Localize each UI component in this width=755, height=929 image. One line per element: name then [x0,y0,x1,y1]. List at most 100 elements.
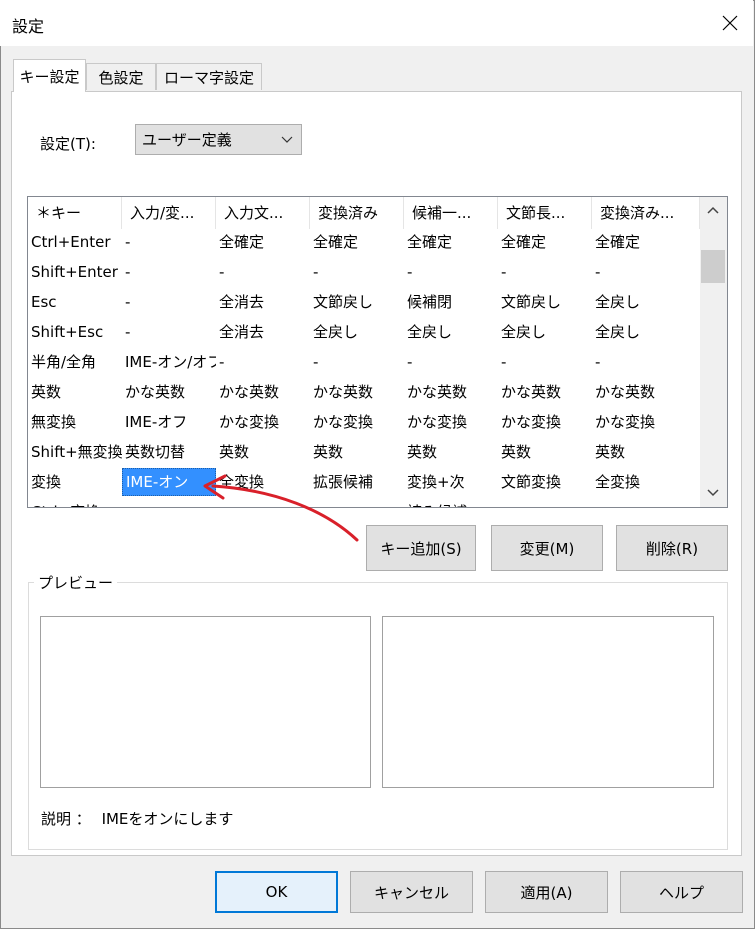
tab-key-settings[interactable]: キー設定 [13,59,86,92]
scroll-thumb[interactable] [701,250,725,283]
action-cell[interactable]: かな変換 [592,407,700,437]
tab-romaji-settings[interactable]: ローマ字設定 [156,63,262,90]
help-button[interactable]: ヘルプ [620,871,743,913]
key-cell[interactable]: Esc [28,287,122,317]
action-cell[interactable]: - [310,347,404,377]
action-cell[interactable]: - [592,257,700,287]
action-cell[interactable]: - [122,317,216,347]
action-cell[interactable]: かな英数 [592,377,700,407]
delete-button[interactable]: 削除(R) [616,525,728,571]
action-cell[interactable]: 全戻し [498,317,592,347]
table-row[interactable]: Shift+無変換 英数切替 英数 英数 英数 英数 英数 [28,437,700,467]
action-cell[interactable]: - [122,227,216,257]
action-cell[interactable]: 英数 [592,437,700,467]
action-cell[interactable]: - [404,257,498,287]
column-header[interactable]: 変換済み [310,197,404,229]
action-cell[interactable]: かな変換 [404,407,498,437]
key-cell[interactable]: 半角/全角 [28,347,122,377]
table-row[interactable]: Esc - 全消去 文節戻し 候補閉 文節戻し 全戻し [28,287,700,317]
action-cell[interactable]: - [592,497,700,507]
tab-label: 色設定 [98,68,144,87]
table-row[interactable]: 無変換 IME-オフ かな変換 かな変換 かな変換 かな変換 かな変換 [28,407,700,437]
action-cell[interactable]: - [592,347,700,377]
action-cell[interactable]: かな変換 [216,407,310,437]
action-cell[interactable]: 全確定 [404,227,498,257]
key-cell[interactable]: Ctrl+Enter [28,227,122,257]
apply-button[interactable]: 適用(A) [485,871,608,913]
action-cell[interactable]: 英数 [404,437,498,467]
add-key-button[interactable]: キー追加(S) [366,525,476,571]
chevron-up-icon[interactable] [707,205,719,217]
key-cell[interactable]: 英数 [28,377,122,407]
action-cell[interactable]: - [498,257,592,287]
action-cell[interactable]: 全確定 [310,227,404,257]
setting-select[interactable]: ユーザー定義 [135,124,302,155]
action-cell[interactable]: - [498,497,592,507]
key-cell[interactable]: Shift+Esc [28,317,122,347]
action-cell[interactable]: 文節戻し [310,287,404,317]
table-row[interactable]: 半角/全角 IME-オン/オフ - - - - - [28,347,700,377]
action-cell[interactable]: かな英数 [122,377,216,407]
key-cell[interactable]: Shift+無変換 [28,437,122,467]
action-cell[interactable]: 全確定 [216,227,310,257]
preview-label: プレビュー [34,572,118,593]
action-cell[interactable]: かな変換 [310,407,404,437]
action-cell[interactable]: IME-オフ [122,407,216,437]
key-cell[interactable]: 変換 [28,467,122,497]
table-row[interactable]: Shift+Enter - - - - - - [28,257,700,287]
action-cell[interactable]: 全戻し [404,317,498,347]
action-cell[interactable]: 英数 [310,437,404,467]
close-icon [722,15,738,31]
action-cell[interactable]: 文節変換 [498,467,592,497]
action-cell[interactable]: 英数 [216,437,310,467]
action-cell[interactable]: 全戻し [310,317,404,347]
key-cell[interactable]: 無変換 [28,407,122,437]
action-cell[interactable]: 候補閉 [404,287,498,317]
action-cell[interactable]: - [310,257,404,287]
vertical-scrollbar[interactable] [700,197,727,507]
action-cell[interactable]: IME-オン/オフ [122,347,216,377]
action-cell[interactable]: かな英数 [310,377,404,407]
action-cell[interactable]: - [122,257,216,287]
action-cell[interactable]: 読み候補 [404,497,498,507]
change-button[interactable]: 変更(M) [491,525,603,571]
action-cell[interactable]: 英数 [498,437,592,467]
action-cell[interactable]: - [216,347,310,377]
ok-button[interactable]: OK [215,871,338,913]
cancel-button[interactable]: キャンセル [350,871,473,913]
action-cell[interactable]: - [498,347,592,377]
action-cell[interactable]: - [404,347,498,377]
action-cell[interactable]: かな英数 [498,377,592,407]
action-cell[interactable]: 全戻し [592,317,700,347]
table-row[interactable]: Ctrl+Enter - 全確定 全確定 全確定 全確定 全確定 [28,227,700,257]
action-cell[interactable]: 英数切替 [122,437,216,467]
key-cell[interactable]: Shift+Enter [28,257,122,287]
table-row[interactable]: Shift+Esc - 全消去 全戻し 全戻し 全戻し 全戻し [28,317,700,347]
column-header[interactable]: 入力文... [216,197,310,229]
action-cell[interactable]: - [122,287,216,317]
action-cell[interactable]: 全確定 [592,227,700,257]
column-header[interactable]: 入力/変... [122,197,216,229]
action-cell[interactable]: かな変換 [498,407,592,437]
action-cell[interactable]: 全消去 [216,317,310,347]
action-cell[interactable]: 全戻し [592,287,700,317]
action-cell[interactable]: かな英数 [404,377,498,407]
chevron-down-icon[interactable] [707,486,719,498]
action-cell[interactable]: 全確定 [498,227,592,257]
table-row[interactable]: 英数 かな英数 かな英数 かな英数 かな英数 かな英数 かな英数 [28,377,700,407]
preview-pane-left [40,616,371,788]
action-cell[interactable]: 全変換 [592,467,700,497]
close-button[interactable] [707,0,753,46]
tab-color-settings[interactable]: 色設定 [86,63,156,90]
column-header[interactable]: 候補一... [404,197,498,229]
column-header[interactable]: 変換済み... [592,197,700,229]
key-assignment-table[interactable]: ＊キー 入力/変... 入力文... 変換済み 候補一... 文節長... 変換済み... … [27,196,728,508]
action-cell[interactable]: 文節戻し [498,287,592,317]
action-cell[interactable]: かな英数 [216,377,310,407]
column-header[interactable]: ＊キー [28,197,122,229]
action-cell[interactable]: 変換+次 [404,467,498,497]
action-cell[interactable]: - [216,257,310,287]
action-cell[interactable]: 全消去 [216,287,310,317]
column-header[interactable]: 文節長... [498,197,592,229]
key-cell[interactable]: Ctrl+変換 [28,497,122,507]
